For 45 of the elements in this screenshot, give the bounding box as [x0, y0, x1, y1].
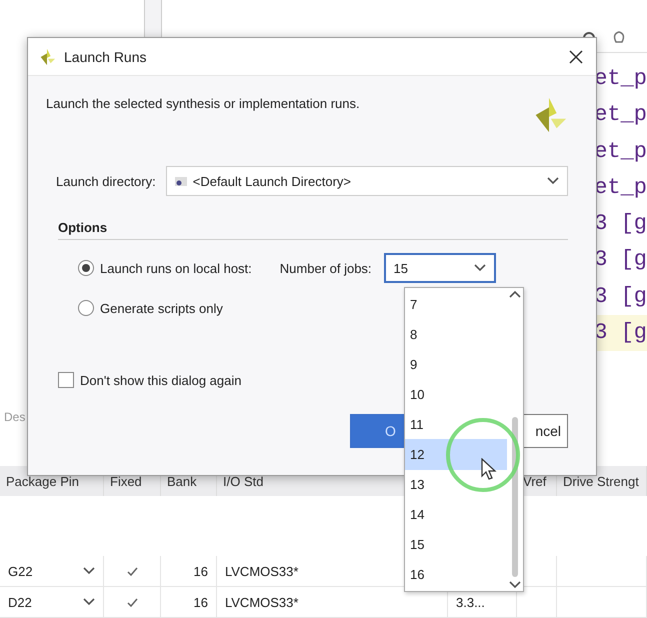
lightbulb-icon[interactable]	[611, 30, 627, 46]
checkbox-label[interactable]: Don't show this dialog again	[80, 372, 242, 388]
table-cell: 16	[194, 564, 208, 578]
table-cell: 16	[194, 594, 208, 610]
window-title: Launch Runs	[64, 48, 148, 64]
scroll-down-icon	[509, 581, 521, 589]
list-item[interactable]: 15	[405, 530, 507, 560]
radio-button[interactable]	[78, 300, 94, 316]
chevron-down-icon	[547, 177, 559, 185]
radio-button[interactable]	[78, 260, 94, 276]
field-label: Number of jobs:	[280, 260, 372, 276]
chevron-down-icon	[83, 567, 95, 575]
logo-icon	[38, 48, 56, 66]
list-item[interactable]: 12	[405, 439, 507, 470]
list-item[interactable]: 10	[405, 379, 507, 410]
checkbox[interactable]	[58, 372, 74, 388]
list-item[interactable]: 14	[405, 500, 507, 530]
code-line: et_p	[594, 174, 647, 202]
list-item[interactable]: 16	[405, 560, 507, 590]
code-line: et_p	[594, 65, 647, 93]
list-item[interactable]: 9	[405, 349, 507, 380]
radio-label[interactable]: Generate scripts only	[100, 300, 223, 316]
radio-label[interactable]: Launch runs on local host:	[100, 260, 252, 276]
directory-dropdown[interactable]: <Default Launch Directory>	[166, 166, 568, 196]
chevron-down-icon	[474, 264, 486, 272]
table-cell: D22	[8, 594, 32, 610]
list-item[interactable]: 7	[405, 289, 507, 320]
code-line: et_p	[594, 138, 647, 166]
code-line: et_p	[594, 101, 647, 130]
folder-icon	[174, 176, 187, 186]
chevron-down-icon	[83, 598, 95, 606]
section-heading: Options	[58, 220, 568, 240]
check-icon	[126, 566, 138, 576]
field-label: Launch directory:	[56, 174, 156, 188]
table-cell: LVCMOS33*	[225, 594, 298, 610]
check-icon	[126, 598, 138, 606]
table-cell: G22	[8, 564, 33, 578]
scroll-up-icon	[509, 290, 521, 298]
table-cell: 3.3...	[456, 594, 485, 610]
description: Launch the selected synthesis or implementation runs.	[46, 96, 360, 113]
list-item[interactable]: 8	[405, 319, 507, 350]
cursor-icon	[481, 458, 497, 480]
table-cell: LVCMOS33*	[225, 564, 298, 578]
close-icon	[569, 50, 583, 64]
jobs-dropdown[interactable]: 15	[384, 253, 496, 283]
